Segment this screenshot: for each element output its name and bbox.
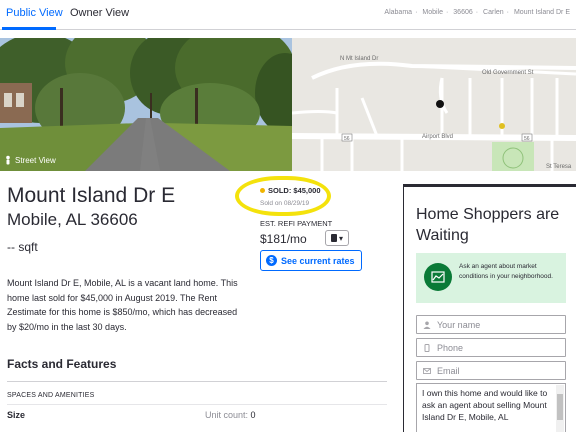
message-textarea[interactable]: I own this home and would like to ask an…	[416, 383, 566, 432]
breadcrumb: Alabama · Mobile · 36606 · Carlen · Mount Is…	[384, 9, 570, 16]
agent-callout-text: Ask an agent about market conditions in …	[459, 263, 553, 280]
property-street-address: Mount Island Dr E	[7, 184, 176, 207]
breadcrumb-city[interactable]: Mobile	[422, 9, 443, 16]
calculator-dropdown-button[interactable]: ▾	[325, 230, 349, 246]
breadcrumb-zip[interactable]: 36606	[453, 9, 472, 16]
scrollbar-thumb[interactable]	[557, 394, 563, 420]
status-dot-icon	[260, 188, 265, 193]
person-icon	[6, 155, 10, 165]
map-label-n-mt-island: N Mt Island Dr	[340, 56, 379, 62]
breadcrumb-neighborhood[interactable]: Carlen	[483, 9, 504, 16]
textarea-scrollbar[interactable]	[556, 385, 564, 432]
phone-icon	[424, 343, 430, 352]
map-label-st-teresa: St Teresa	[546, 164, 572, 170]
active-tab-indicator	[2, 27, 56, 30]
property-sqft: -- sqft	[7, 240, 38, 254]
phone-placeholder: Phone	[437, 342, 464, 353]
facts-features-heading: Facts and Features	[7, 357, 117, 371]
map-label-route-56: 56	[344, 136, 350, 142]
property-description: Mount Island Dr E, Mobile, AL is a vacan…	[7, 278, 238, 332]
breadcrumb-state[interactable]: Alabama	[384, 9, 412, 16]
see-current-rates-button[interactable]: $ See current rates	[260, 250, 362, 271]
phone-field[interactable]: Phone	[416, 338, 566, 357]
location-map[interactable]: N Mt Island Dr Old Government St Airport…	[292, 38, 576, 171]
size-label: Size	[7, 410, 26, 420]
sold-price: SOLD: $45,000	[268, 186, 321, 195]
person-icon	[423, 321, 431, 329]
street-view-text: Street View	[15, 155, 56, 165]
email-placeholder: Email	[437, 365, 460, 376]
dollar-icon: $	[266, 255, 277, 266]
sold-date: Sold on 08/29/19	[260, 200, 310, 207]
divider	[7, 381, 387, 382]
tab-owner-view[interactable]: Owner View	[70, 7, 129, 19]
unit-count-label: Unit count:	[205, 410, 249, 420]
chart-icon	[424, 263, 452, 291]
unit-count: Unit count: 0	[205, 410, 256, 420]
map-label-airport: Airport Blvd	[422, 134, 454, 140]
email-field[interactable]: Email	[416, 361, 566, 380]
agent-callout: Ask an agent about market conditions in …	[416, 253, 566, 303]
street-view-photo[interactable]	[0, 38, 292, 171]
sold-status: SOLD: $45,000	[260, 186, 321, 195]
message-text: I own this home and would like to ask an…	[422, 388, 548, 422]
map-label-route-56b: 56	[524, 136, 530, 142]
property-city-state-zip: Mobile, AL 36606	[7, 210, 138, 229]
calculator-icon	[330, 234, 337, 242]
spaces-amenities-heading: SPACES AND AMENITIES	[7, 392, 95, 399]
divider	[7, 404, 387, 405]
envelope-icon	[423, 367, 431, 374]
name-field[interactable]: Your name	[416, 315, 566, 334]
map-label-old-government: Old Government St	[482, 70, 534, 76]
street-view-label[interactable]: Street View	[3, 155, 56, 165]
panel-title: Home Shoppers are Waiting	[416, 206, 560, 244]
chevron-down-icon: ▾	[338, 233, 343, 243]
see-current-rates-label: See current rates	[281, 255, 355, 266]
tab-public-view[interactable]: Public View	[6, 7, 63, 19]
highlight-circle-annotation	[235, 176, 331, 216]
contact-agent-panel: Home Shoppers are Waiting Ask an agent a…	[403, 184, 576, 432]
breadcrumb-address: Mount Island Dr E	[513, 9, 570, 16]
view-tab-bar: Public View Owner View Alabama · Mobile · …	[0, 0, 576, 30]
refi-payment-value: $181/mo	[260, 232, 307, 246]
refi-payment-label: EST. REFI PAYMENT	[260, 219, 333, 228]
name-placeholder: Your name	[437, 319, 481, 330]
unit-count-value: 0	[250, 410, 256, 420]
